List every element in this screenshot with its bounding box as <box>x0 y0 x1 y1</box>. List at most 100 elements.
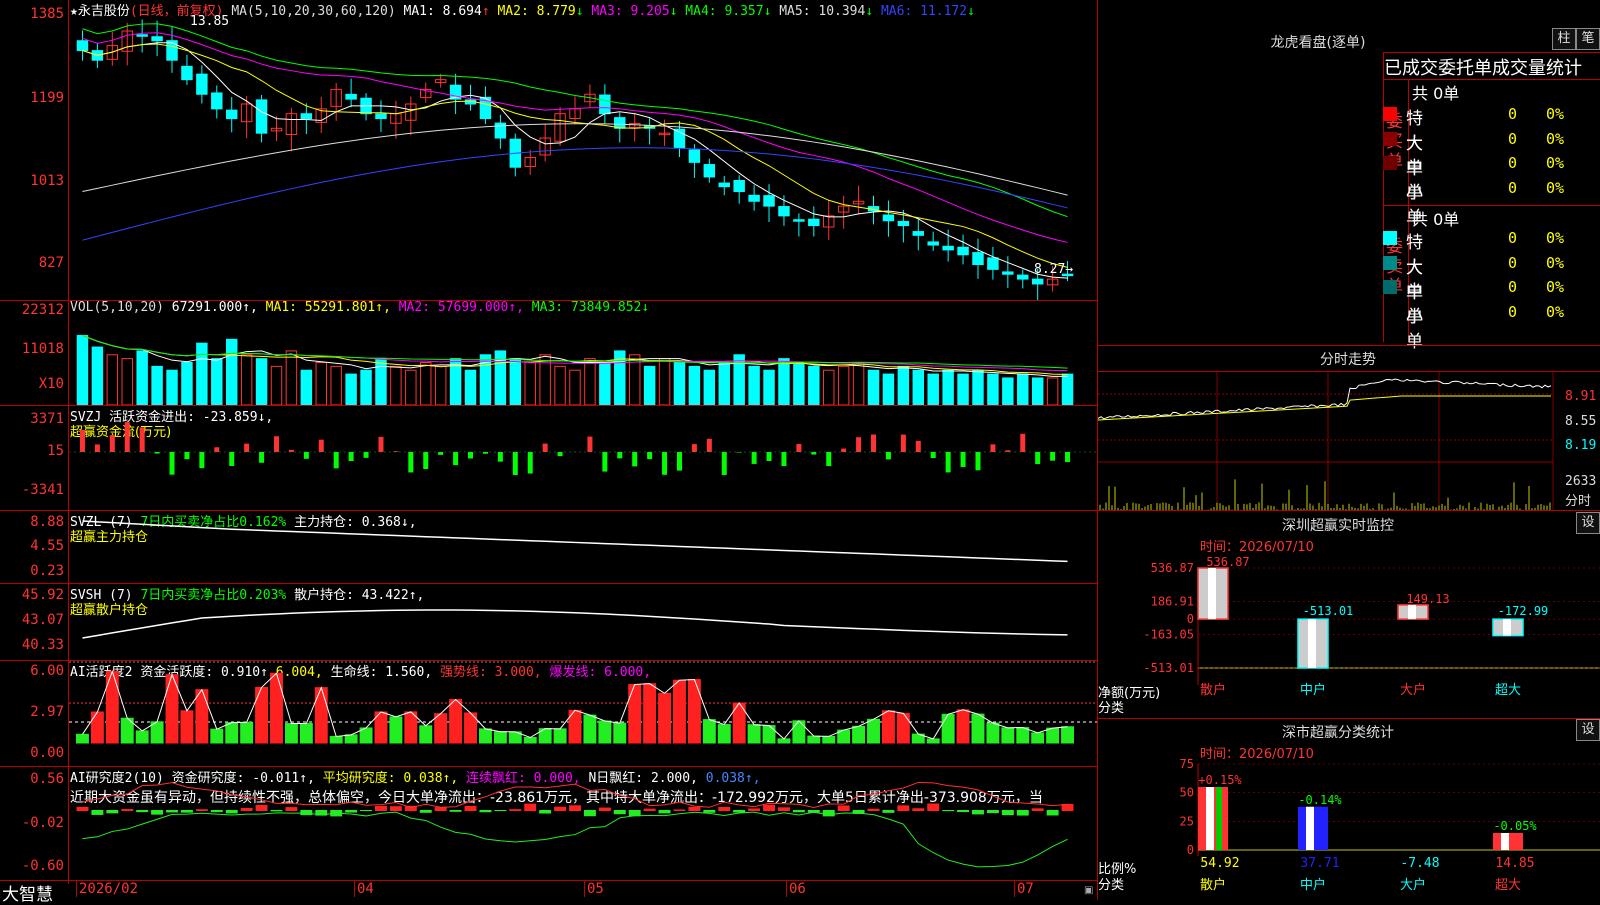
ai-active-chart[interactable] <box>69 661 1097 766</box>
fs-axis-label: 8.91 <box>1565 389 1596 404</box>
volume-bar <box>122 359 132 405</box>
ss-axis-label: 75 <box>1180 757 1194 771</box>
candle-body <box>689 150 699 162</box>
svzj-bar <box>990 444 995 452</box>
candle-body <box>137 35 147 37</box>
ai-research-bar <box>360 810 372 811</box>
ai-active-bar <box>927 739 939 743</box>
volume-bar <box>704 370 714 405</box>
volume-bar <box>898 366 908 405</box>
svzl-chart[interactable] <box>69 511 1097 583</box>
svzj-bar <box>871 434 876 452</box>
volume-bar <box>689 366 699 405</box>
svzj-bar <box>438 452 443 455</box>
column-button[interactable]: 柱 <box>1552 28 1576 50</box>
candle-body <box>988 258 998 270</box>
volume-bar <box>435 366 445 405</box>
svzj-bar <box>378 437 383 452</box>
sz-monitor-chart[interactable]: 536.87186.910-163.05-513.01536.87散户-513.… <box>1098 550 1600 718</box>
svzj-bar <box>632 452 637 466</box>
ai-active-bar <box>703 720 715 743</box>
volume-bar <box>853 363 863 406</box>
ai-research-bar <box>823 810 835 816</box>
volume-bar <box>913 370 923 405</box>
ai-research-bar <box>136 810 148 812</box>
svzj-bar <box>916 441 921 452</box>
svsh-line <box>82 610 1067 638</box>
volume-bar <box>1018 374 1028 405</box>
row-value: 0 <box>1508 278 1517 296</box>
ai-research-chart[interactable] <box>69 767 1097 880</box>
sz-value-label: -513.01 <box>1303 604 1354 618</box>
vol-header: VOL(5,10,20) 67291.000↑, MA1: 55291.801↑… <box>70 300 649 315</box>
axis-label: 22312 <box>0 302 64 318</box>
axis-label: -0.02 <box>0 815 64 831</box>
ai-active-bar <box>196 690 208 743</box>
volume-bar <box>988 374 998 405</box>
ai-research-bar <box>241 808 253 811</box>
ai-active-bar <box>494 732 506 743</box>
ai-research-bar <box>1032 808 1044 811</box>
ai-research-bar <box>151 810 163 815</box>
price-low-label: 8.27→ <box>1034 262 1073 277</box>
color-square <box>1383 231 1397 245</box>
fs-axis-label: 2633 <box>1565 474 1596 489</box>
axis-label: 1385 <box>0 6 64 22</box>
candle-body <box>809 219 819 225</box>
volume-bar <box>883 374 893 405</box>
volume-bar <box>600 363 610 406</box>
sz-category-label: 散户 <box>1200 682 1226 698</box>
candle-body <box>226 110 236 118</box>
tick-button[interactable]: 笔 <box>1576 28 1600 50</box>
svsh-chart[interactable] <box>69 584 1097 660</box>
svzj-bar <box>199 452 204 468</box>
row-pct: 0% <box>1546 130 1564 148</box>
volume-bar <box>152 366 162 405</box>
candle-body <box>928 242 938 245</box>
ai-active-bar <box>151 722 163 743</box>
volume-bar <box>674 363 684 406</box>
sz-axis-label: 536.87 <box>1151 561 1194 575</box>
ai-active-bar <box>659 693 671 743</box>
svzj-bar <box>558 452 563 456</box>
ai-research-bar <box>942 810 954 811</box>
ai-active-bar <box>1047 728 1059 743</box>
volume-bar <box>376 359 386 405</box>
candle-body <box>898 221 908 225</box>
candle-body <box>779 207 789 216</box>
ai-research-bar <box>987 810 999 813</box>
row-pct: 0% <box>1546 303 1564 321</box>
ai-active-bar <box>942 714 954 743</box>
svzl-line <box>82 521 1067 561</box>
svzj-chart[interactable] <box>69 406 1097 510</box>
svzj-bar <box>513 452 518 475</box>
sz-value-label: -172.99 <box>1498 604 1549 618</box>
ai-active-bar <box>420 726 432 743</box>
row-value: 0 <box>1508 229 1517 247</box>
ai-active-bar <box>629 684 641 743</box>
ai-active-bar <box>1002 728 1014 743</box>
axis-label: 11018 <box>0 341 64 357</box>
vol-header-item: MA3: 73849.852↓ <box>532 300 649 315</box>
svzj-bar <box>408 452 413 472</box>
sz-settings-button[interactable]: 设 <box>1576 512 1600 534</box>
ai-research-bar <box>644 809 656 811</box>
ss-settings-button[interactable]: 设 <box>1576 719 1600 741</box>
svzj-bar <box>1035 452 1040 464</box>
svzj-bar <box>468 452 473 459</box>
candle-body <box>77 41 87 51</box>
ai-research-bar <box>106 810 118 813</box>
ai-research-bar <box>524 804 536 811</box>
sz-category-label: 超大 <box>1495 683 1521 698</box>
volume-bar <box>286 351 296 405</box>
volume-chart[interactable] <box>69 316 1097 405</box>
ai-active-bar <box>226 723 238 743</box>
ai-research-bar <box>718 807 730 811</box>
ss-bar-stripe <box>1316 807 1322 850</box>
candlestick-chart[interactable] <box>69 14 1097 300</box>
fenshi-chart[interactable] <box>1098 372 1600 510</box>
ss-stats-chart[interactable]: 7550250+0.15%54.92散户-0.14%37.71中户-7.48大户… <box>1098 756 1600 900</box>
ai-research-bar <box>838 805 850 811</box>
ai-research-bar <box>733 810 745 812</box>
volume-bar <box>1003 378 1013 405</box>
